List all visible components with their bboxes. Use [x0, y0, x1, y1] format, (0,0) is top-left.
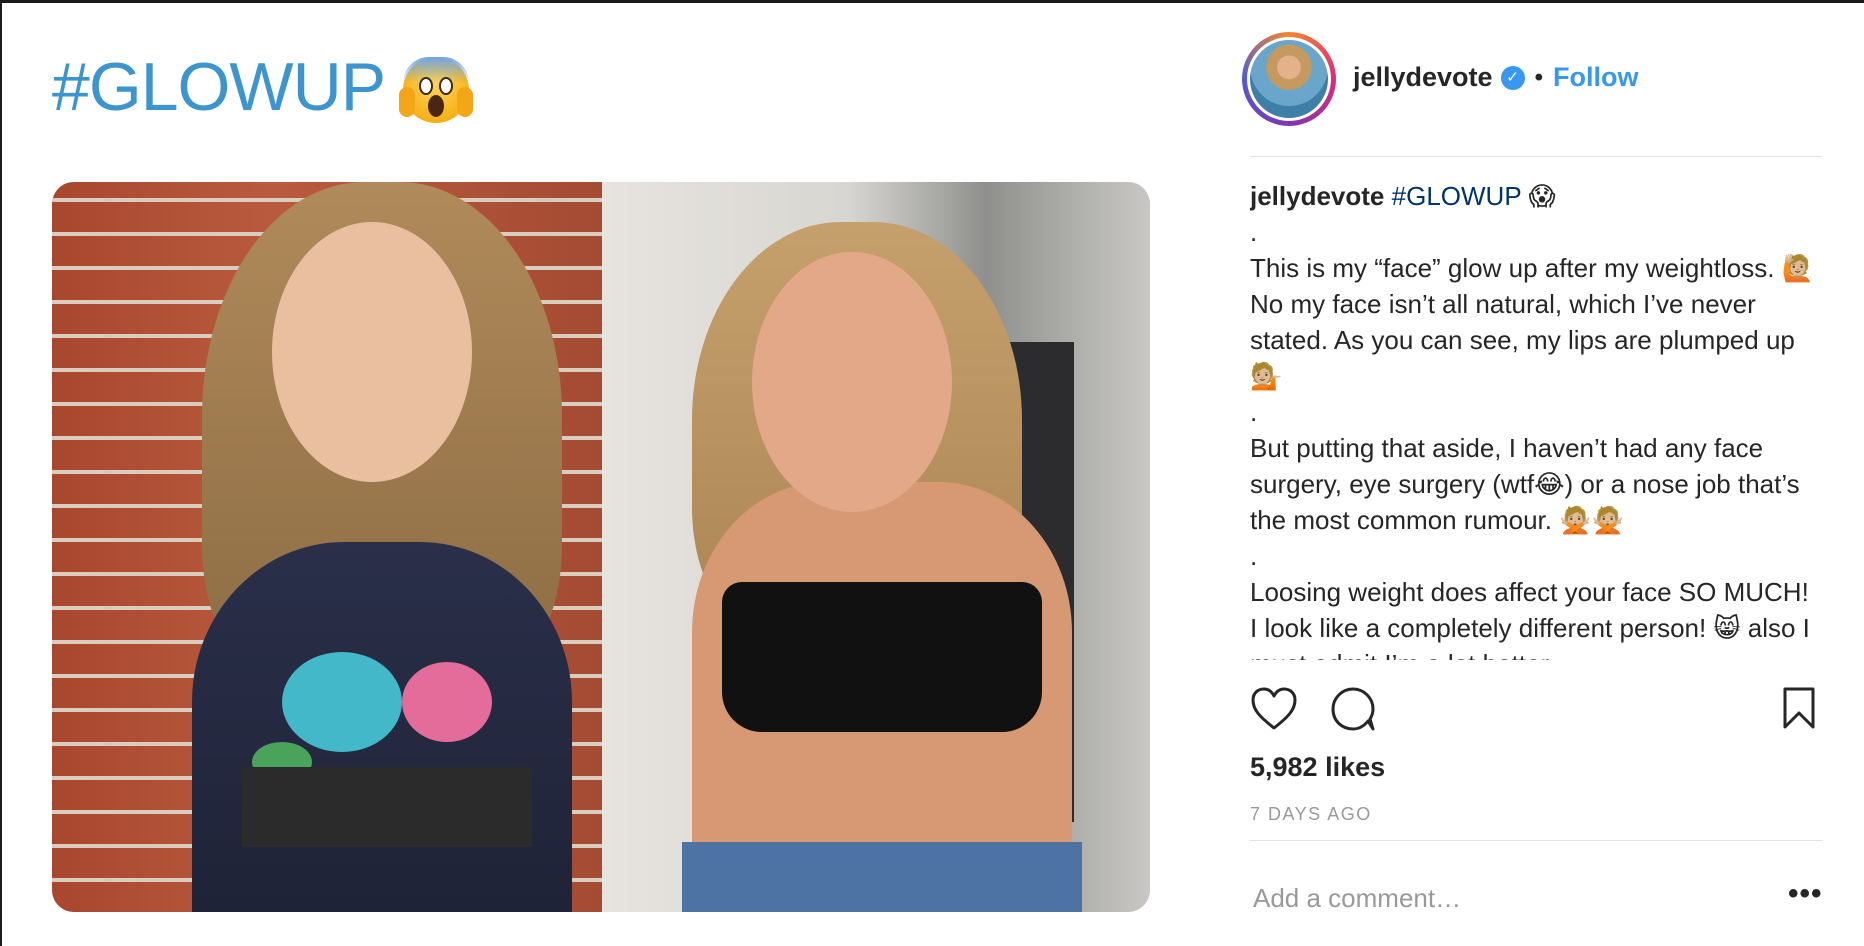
avatar-story-ring[interactable]	[1242, 32, 1336, 126]
caption-line: This is my “face” glow up after my weigh…	[1250, 253, 1815, 391]
before-photo	[52, 182, 602, 912]
comment-divider	[1250, 840, 1822, 841]
follow-button[interactable]: Follow	[1553, 62, 1638, 93]
more-options-icon[interactable]: •••	[1788, 879, 1823, 909]
verified-badge-icon: ✓	[1500, 65, 1525, 90]
avatar[interactable]	[1247, 37, 1331, 121]
top-border	[0, 0, 1864, 3]
post-timestamp: 7 DAYS AGO	[1250, 804, 1372, 824]
caption-hashtag[interactable]: #GLOWUP	[1392, 181, 1522, 211]
caption-hashtag-emoji: 😱	[1528, 181, 1556, 211]
caption-line: .	[1250, 397, 1258, 427]
post-title: #GLOWUP	[52, 48, 474, 126]
caption-scroll-area[interactable]: jellydevote #GLOWUP 😱 . This is my “face…	[1250, 178, 1822, 660]
caption-line: .	[1250, 217, 1258, 247]
caption-heading: jellydevote #GLOWUP 😱	[1250, 178, 1822, 214]
header-separator: •	[1534, 63, 1543, 91]
caption-username[interactable]: jellydevote	[1250, 181, 1384, 211]
bookmark-icon[interactable]	[1782, 686, 1816, 735]
post-header: jellydevote ✓ • Follow	[1353, 62, 1638, 93]
post-title-text: #GLOWUP	[52, 49, 386, 125]
after-photo	[602, 182, 1150, 912]
caption-line: .	[1250, 541, 1258, 571]
action-bar	[1250, 686, 1822, 736]
post-image[interactable]	[52, 182, 1150, 912]
caption-line: But putting that aside, I haven’t had an…	[1250, 433, 1800, 535]
caption-line: Loosing weight does affect your face SO …	[1250, 577, 1810, 660]
header-divider	[1250, 156, 1822, 157]
heart-icon[interactable]	[1250, 686, 1298, 737]
add-comment-input[interactable]	[1253, 878, 1713, 918]
header-username[interactable]: jellydevote	[1353, 62, 1493, 93]
likes-count[interactable]: 5,982 likes	[1250, 752, 1385, 783]
left-border	[0, 0, 2, 946]
screaming-face-emoji-icon	[399, 57, 474, 123]
comment-bubble-icon[interactable]	[1330, 686, 1376, 737]
